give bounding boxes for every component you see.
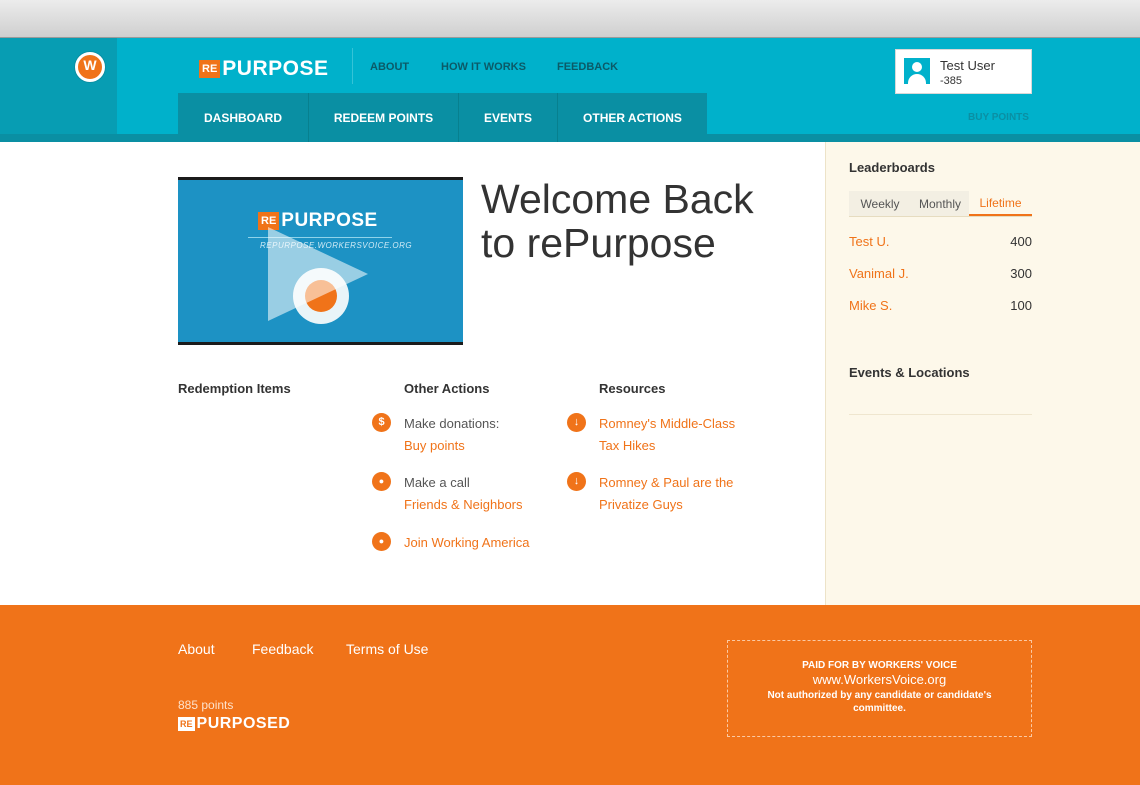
redemption-items-title: Redemption Items [178,381,291,396]
leaderboard-row: Vanimal J. 300 [849,266,1032,281]
action-item-call: Make a call Friends & Neighbors [404,472,523,516]
nav-feedback[interactable]: FEEDBACK [557,61,618,73]
play-icon[interactable] [268,227,368,321]
footer-logo-prefix: RE [178,717,195,731]
logo-prefix: RE [199,60,221,78]
resource-item[interactable]: Romney's Middle-Class Tax Hikes [599,413,735,457]
tab-redeem-points[interactable]: REDEEM POINTS [309,93,459,142]
disclaimer-line-3: Not authorized by any candidate or candi… [767,690,992,714]
leader-score: 100 [1010,298,1032,313]
user-name: Test User [940,58,995,73]
repurpose-logo[interactable]: RE PURPOSE [199,57,329,80]
action-item-join: Join Working America [404,532,529,554]
resource-link-line[interactable]: Romney & Paul are the [599,472,733,494]
buy-points-link[interactable]: BUY POINTS [968,112,1029,123]
disclaimer-url: www.WorkersVoice.org [812,672,947,687]
header-logo-panel: W [0,38,117,142]
browser-chrome [0,0,1140,38]
resources-title: Resources [599,381,666,396]
tab-weekly[interactable]: Weekly [849,191,911,216]
welcome-line-2: to rePurpose [481,220,716,266]
lightbulb-icon: ● [372,532,391,551]
footer-logo-word: PURPOSED [196,715,291,732]
nav-about[interactable]: ABOUT [370,61,409,73]
welcome-heading: Welcome Back to rePurpose [481,177,801,265]
leader-score: 300 [1010,266,1032,281]
nav-how-it-works[interactable]: HOW IT WORKS [441,61,526,73]
paid-for-disclaimer: PAID FOR BY WORKERS' VOICE www.WorkersVo… [727,640,1032,737]
avatar [904,58,930,84]
tab-lifetime[interactable]: Lifetime [969,191,1032,216]
tab-events[interactable]: EVENTS [459,93,558,142]
welcome-line-1: Welcome Back [481,176,754,222]
user-points: -385 [940,75,963,87]
join-working-america-link[interactable]: Join Working America [404,532,529,554]
footer-about-link[interactable]: About [178,641,215,657]
leader-name[interactable]: Vanimal J. [849,266,909,281]
resource-item[interactable]: Romney & Paul are the Privatize Guys [599,472,733,516]
brand-divider [352,48,353,84]
resource-link-line[interactable]: Tax Hikes [599,435,735,457]
main-tabs: DASHBOARD REDEEM POINTS EVENTS OTHER ACT… [178,93,707,142]
download-icon: ↓ [567,413,586,432]
intro-video[interactable]: RE PURPOSE REPURPOSE.WORKERSVOICE.ORG [178,177,463,345]
action-item-donations: Make donations: Buy points [404,413,499,457]
dollar-icon: $ [372,413,391,432]
footer-points: 885 points [178,698,234,712]
resource-link-line[interactable]: Romney's Middle-Class [599,413,735,435]
tab-other-actions[interactable]: OTHER ACTIONS [558,93,707,142]
sidebar-divider [849,414,1032,415]
user-menu[interactable]: Test User -385 [895,49,1032,94]
leader-score: 400 [1010,234,1032,249]
leaderboard-row: Test U. 400 [849,234,1032,249]
other-actions-title: Other Actions [404,381,490,396]
resource-link-line[interactable]: Privatize Guys [599,494,733,516]
leader-name[interactable]: Test U. [849,234,889,249]
tab-monthly[interactable]: Monthly [911,191,969,216]
sidebar: Leaderboards Weekly Monthly Lifetime Tes… [825,142,1140,605]
action-text: Make donations: [404,416,500,431]
your-voice-counts-logo-icon[interactable]: W [75,52,105,82]
repurposed-logo: RE PURPOSED [178,715,290,733]
friends-neighbors-link[interactable]: Friends & Neighbors [404,494,523,516]
leader-name[interactable]: Mike S. [849,298,892,313]
footer-terms-link[interactable]: Terms of Use [346,641,428,657]
action-text: Make a call [404,475,470,490]
leaderboard-row: Mike S. 100 [849,298,1032,313]
footer-feedback-link[interactable]: Feedback [252,641,313,657]
person-icon: ● [372,472,391,491]
disclaimer-line-1: PAID FOR BY WORKERS' VOICE [802,660,957,671]
site-footer: About Feedback Terms of Use 885 points R… [0,605,1140,785]
events-locations-title: Events & Locations [849,365,970,380]
tab-dashboard[interactable]: DASHBOARD [178,93,309,142]
leaderboards-title: Leaderboards [849,160,935,175]
buy-points-action-link[interactable]: Buy points [404,435,499,457]
logo-word: PURPOSE [222,57,329,80]
download-icon: ↓ [567,472,586,491]
site-header: W RE PURPOSE ABOUT HOW IT WORKS FEEDBACK… [0,38,1140,142]
leaderboard-tabs: Weekly Monthly Lifetime [849,191,1032,217]
